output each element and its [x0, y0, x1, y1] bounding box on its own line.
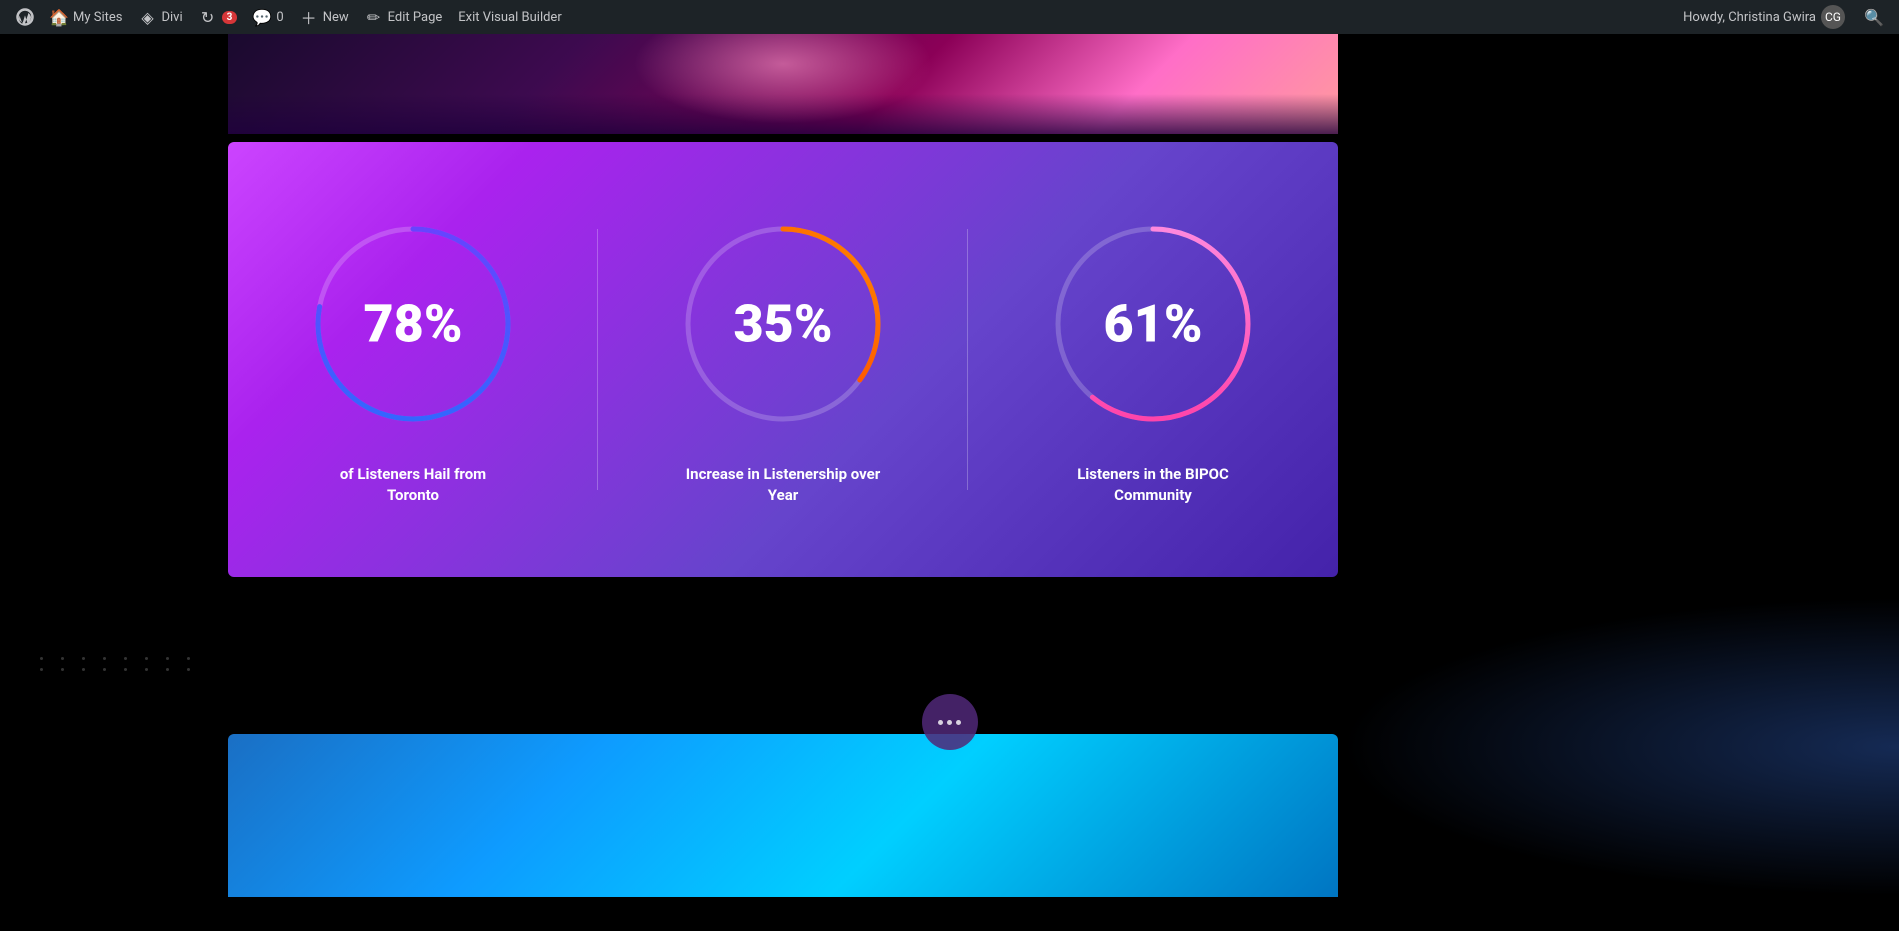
- howdy-greeting[interactable]: Howdy, Christina Gwira CG: [1675, 0, 1853, 34]
- comments-icon: 💬: [253, 8, 271, 26]
- page-content: 78% of Listeners Hail from Toronto: [0, 34, 1899, 897]
- exit-builder-label: Exit Visual Builder: [458, 10, 561, 25]
- circle-progress-3: 61%: [1043, 214, 1263, 434]
- new-menu[interactable]: ＋ New: [292, 0, 357, 34]
- my-sites-menu[interactable]: 🏠 My Sites: [42, 0, 130, 34]
- stat-column-3: 61% Listeners in the BIPOC Community: [968, 174, 1338, 546]
- decorative-dot: [103, 668, 106, 671]
- stat-value-1: 78%: [364, 293, 463, 354]
- new-icon: ＋: [300, 8, 318, 26]
- decorative-dot: [124, 657, 127, 660]
- decorative-dots: [40, 657, 200, 737]
- stat-column-1: 78% of Listeners Hail from Toronto: [228, 174, 598, 546]
- admin-bar: 🏠 My Sites ◈ Divi ↻ 3 💬 0 ＋ New ✏ Edit P…: [0, 0, 1899, 34]
- stat-column-2: 35% Increase in Listenership over Year: [598, 174, 968, 546]
- comments-count: 0: [276, 10, 283, 25]
- decorative-dot: [82, 668, 85, 671]
- dots-indicator[interactable]: [922, 694, 978, 750]
- bottom-section: [228, 734, 1338, 897]
- top-image-section: [228, 34, 1338, 134]
- my-sites-icon: 🏠: [50, 8, 68, 26]
- decorative-dot: [40, 657, 43, 660]
- updates-icon: ↻: [199, 8, 217, 26]
- divi-menu[interactable]: ◈ Divi: [130, 0, 190, 34]
- edit-page-label: Edit Page: [388, 10, 443, 25]
- howdy-text: Howdy, Christina Gwira: [1683, 10, 1816, 25]
- comments-menu[interactable]: 💬 0: [245, 0, 291, 34]
- decorative-dot: [103, 657, 106, 660]
- new-label: New: [323, 10, 349, 25]
- admin-bar-right: Howdy, Christina Gwira CG 🔍: [1675, 0, 1891, 34]
- circle-progress-2: 35%: [673, 214, 893, 434]
- decorative-dot: [82, 657, 85, 660]
- search-icon: 🔍: [1865, 8, 1883, 26]
- stats-section: 78% of Listeners Hail from Toronto: [228, 142, 1338, 577]
- right-sidebar: [1338, 34, 1899, 897]
- decorative-dot: [40, 668, 43, 671]
- stat-value-2: 35%: [734, 293, 833, 354]
- top-image-overlay: [228, 94, 1338, 134]
- dot-1: [938, 720, 943, 725]
- updates-menu[interactable]: ↻ 3: [191, 0, 246, 34]
- exit-visual-builder-button[interactable]: Exit Visual Builder: [450, 0, 569, 34]
- left-sidebar: [0, 34, 228, 897]
- edit-icon: ✏: [365, 8, 383, 26]
- decorative-dot: [61, 657, 64, 660]
- decorative-dot: [187, 668, 190, 671]
- updates-count: 3: [222, 11, 238, 24]
- stat-label-1: of Listeners Hail from Toronto: [313, 464, 513, 506]
- dot-2: [947, 720, 952, 725]
- search-button[interactable]: 🔍: [1857, 0, 1891, 34]
- stat-label-2: Increase in Listenership over Year: [683, 464, 883, 506]
- my-sites-label: My Sites: [73, 10, 122, 25]
- decorative-dot: [61, 668, 64, 671]
- divi-icon: ◈: [138, 8, 156, 26]
- stat-label-3: Listeners in the BIPOC Community: [1053, 464, 1253, 506]
- user-avatar: CG: [1821, 5, 1845, 29]
- dot-3: [956, 720, 961, 725]
- decorative-dot: [124, 668, 127, 671]
- stat-value-3: 61%: [1104, 293, 1203, 354]
- wordpress-logo[interactable]: [8, 0, 42, 34]
- circle-progress-1: 78%: [303, 214, 523, 434]
- decorative-dot: [166, 668, 169, 671]
- divi-label: Divi: [161, 10, 182, 25]
- decorative-dot: [145, 668, 148, 671]
- edit-page-button[interactable]: ✏ Edit Page: [357, 0, 451, 34]
- decorative-dot: [145, 657, 148, 660]
- wordpress-icon: [16, 8, 34, 26]
- decorative-dot: [166, 657, 169, 660]
- decorative-dot: [187, 657, 190, 660]
